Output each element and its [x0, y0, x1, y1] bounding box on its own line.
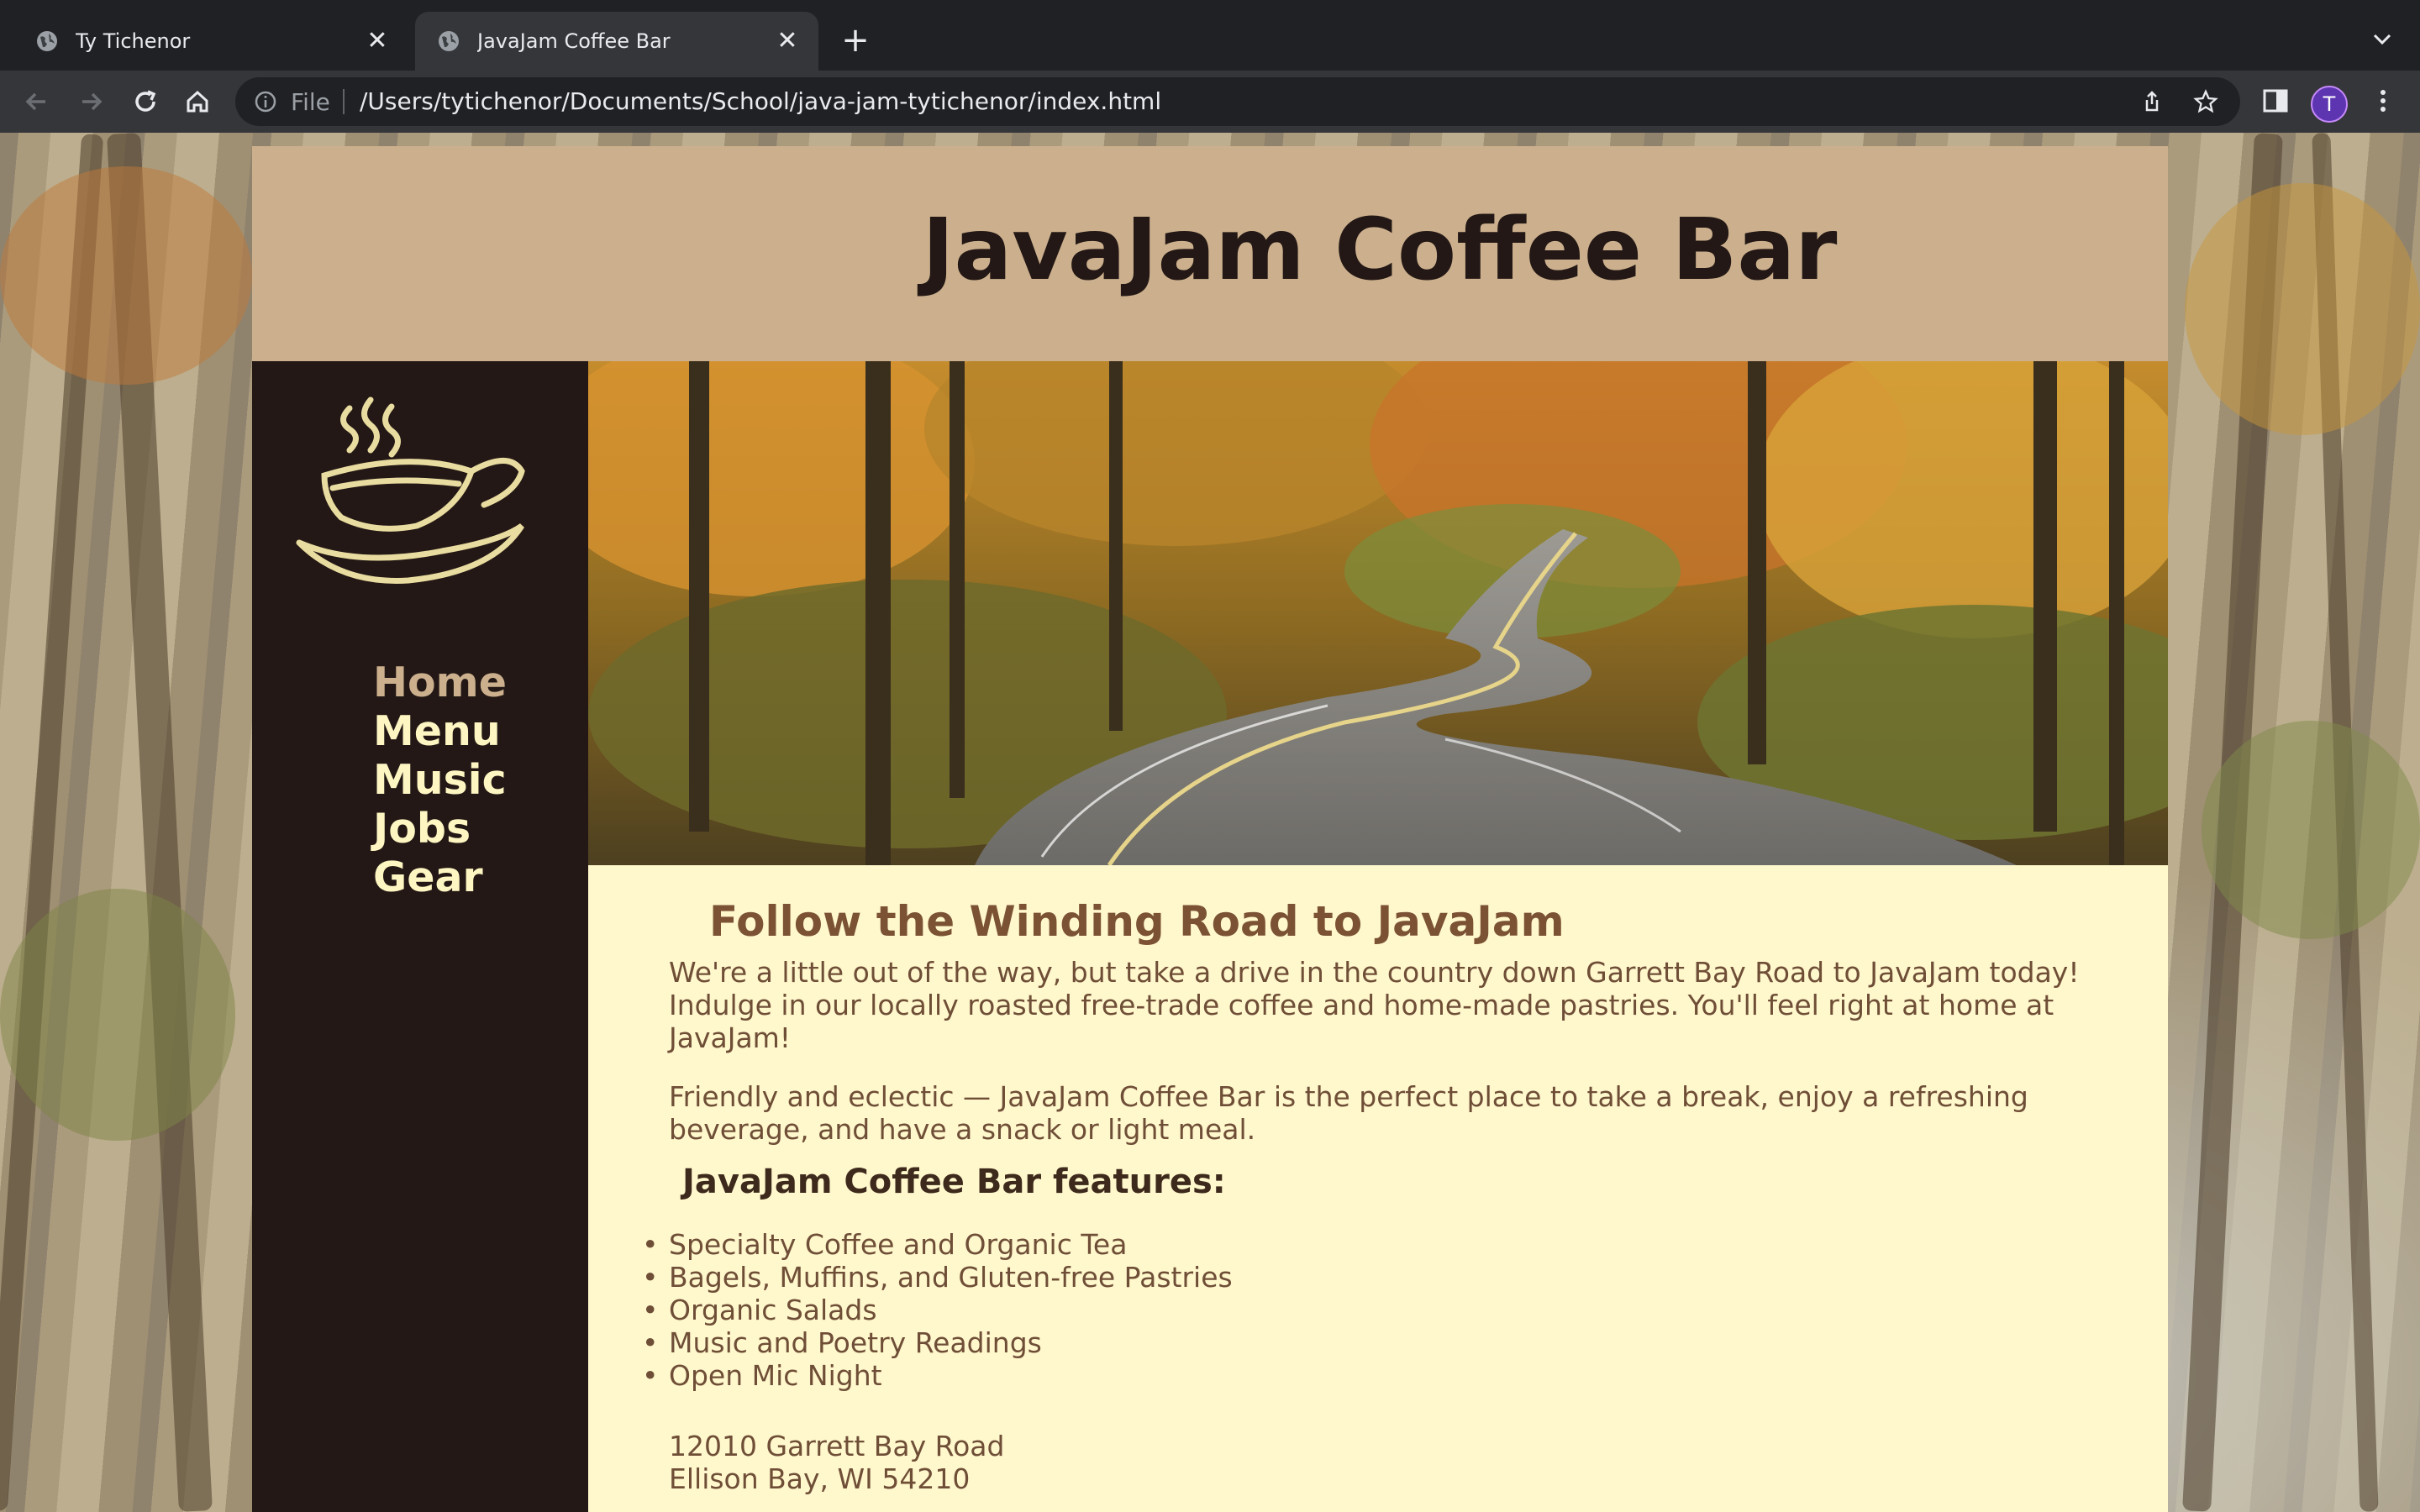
reload-icon[interactable] [128, 84, 163, 119]
globe-icon [37, 31, 57, 51]
list-item: Music and Poetry Readings [642, 1326, 1233, 1359]
home-icon[interactable] [180, 84, 215, 119]
coffee-cup-logo [296, 396, 525, 584]
page-wrapper: JavaJam Coffee Bar Home Menu Music Jobs [252, 146, 2168, 1512]
list-item: Organic Salads [642, 1294, 1233, 1326]
bookmark-star-icon[interactable] [2193, 89, 2218, 114]
background-foliage [2185, 183, 2420, 435]
site-header: JavaJam Coffee Bar [252, 146, 2168, 361]
address-bar[interactable]: File /Users/tytichenor/Documents/School/… [235, 77, 2240, 126]
tab-javajam[interactable]: JavaJam Coffee Bar ✕ [415, 12, 818, 71]
background-foliage [2202, 721, 2420, 939]
browser-toolbar: File /Users/tytichenor/Documents/School/… [0, 71, 2420, 133]
main-content: Follow the Winding Road to JavaJam We're… [588, 865, 2168, 1512]
features-heading: JavaJam Coffee Bar features: [682, 1163, 1226, 1201]
profile-avatar[interactable]: T [2311, 86, 2348, 123]
sidebar-nav: Home Menu Music Jobs Gear [252, 361, 588, 1512]
tab-title: Ty Tichenor [76, 29, 191, 53]
info-icon[interactable] [254, 90, 277, 113]
forward-arrow-icon[interactable] [74, 84, 109, 119]
features-list: Specialty Coffee and Organic Tea Bagels,… [642, 1228, 1233, 1392]
address: 12010 Garrett Bay Road Ellison Bay, WI 5… [669, 1430, 1004, 1495]
address-line: Ellison Bay, WI 54210 [669, 1462, 971, 1495]
back-arrow-icon[interactable] [18, 84, 54, 119]
share-icon[interactable] [2139, 89, 2165, 114]
main-nav: Home Menu Music Jobs Gear [373, 659, 507, 902]
background-foliage [0, 889, 235, 1141]
tab-ty-tichenor[interactable]: Ty Tichenor ✕ [13, 12, 408, 71]
background-foliage [0, 166, 252, 385]
nav-home[interactable]: Home [373, 659, 507, 707]
winding-road-hero-image [588, 361, 2168, 865]
second-paragraph: Friendly and eclectic — JavaJam Coffee B… [669, 1080, 2028, 1146]
address-line: 12010 Garrett Bay Road [669, 1430, 1005, 1462]
list-item: Bagels, Muffins, and Gluten-free Pastrie… [642, 1261, 1233, 1294]
intro-paragraph: We're a little out of the way, but take … [669, 956, 2080, 1054]
scheme-label: File [291, 88, 330, 116]
nav-menu[interactable]: Menu [373, 707, 507, 756]
globe-icon [439, 31, 459, 51]
tab-title: JavaJam Coffee Bar [477, 29, 671, 53]
new-tab-button[interactable]: + [837, 24, 874, 57]
site-title: JavaJam Coffee Bar [922, 200, 1838, 300]
nav-gear[interactable]: Gear [373, 853, 507, 902]
nav-jobs[interactable]: Jobs [373, 805, 507, 853]
chevron-down-icon[interactable] [2368, 25, 2396, 54]
close-icon[interactable]: ✕ [365, 29, 390, 54]
list-item: Open Mic Night [642, 1359, 1233, 1392]
tab-strip: Ty Tichenor ✕ JavaJam Coffee Bar ✕ + [0, 0, 2420, 71]
close-icon[interactable]: ✕ [775, 29, 800, 54]
more-menu-icon[interactable] [2368, 86, 2398, 116]
page-heading: Follow the Winding Road to JavaJam [709, 897, 1565, 946]
nav-music[interactable]: Music [373, 756, 507, 805]
page-viewport[interactable]: JavaJam Coffee Bar Home Menu Music Jobs [0, 133, 2420, 1512]
list-item: Specialty Coffee and Organic Tea [642, 1228, 1233, 1261]
url-text[interactable]: /Users/tytichenor/Documents/School/java-… [360, 87, 1161, 115]
side-panel-icon[interactable] [2260, 86, 2291, 116]
divider [343, 89, 345, 114]
